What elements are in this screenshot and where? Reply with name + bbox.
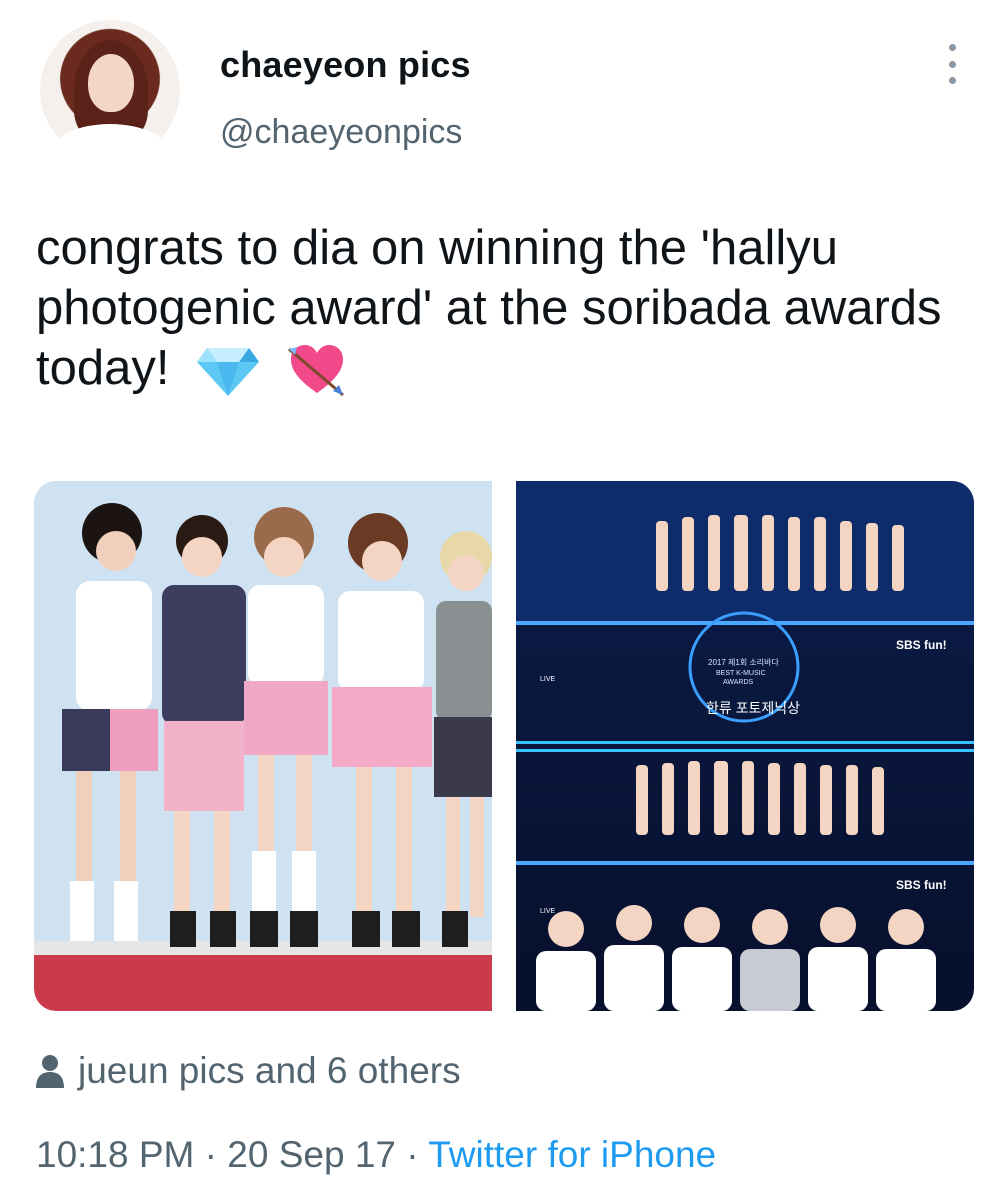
author-display-name[interactable]: chaeyeon pics bbox=[220, 44, 471, 86]
svg-text:BEST K-MUSIC: BEST K-MUSIC bbox=[716, 670, 766, 677]
media-grid: SBS fun! SBS fun! LIVE LIVE 2017 제1회 소리바… bbox=[34, 481, 974, 1011]
meta-separator: · bbox=[406, 1134, 419, 1175]
tweet-date[interactable]: 20 Sep 17 bbox=[227, 1134, 396, 1175]
tweet-body: congrats to dia on winning the 'hallyu p… bbox=[36, 221, 942, 395]
award-stage-illustration: SBS fun! SBS fun! LIVE LIVE 2017 제1회 소리바… bbox=[516, 481, 974, 1011]
tweet-text: congrats to dia on winning the 'hallyu p… bbox=[36, 218, 966, 401]
svg-text:한류 포토제닉상: 한류 포토제닉상 bbox=[706, 700, 800, 716]
heart-with-arrow-icon bbox=[287, 345, 344, 397]
tagged-text: jueun pics and 6 others bbox=[78, 1050, 461, 1091]
avatar-shirt bbox=[50, 124, 170, 160]
svg-text:AWARDS: AWARDS bbox=[723, 679, 754, 686]
more-dot bbox=[948, 60, 956, 68]
tweet-source-link[interactable]: Twitter for iPhone bbox=[428, 1134, 716, 1175]
more-options-icon[interactable] bbox=[938, 44, 966, 84]
award-stage-photo[interactable]: SBS fun! SBS fun! LIVE LIVE 2017 제1회 소리바… bbox=[516, 481, 974, 1011]
author-handle[interactable]: @chaeyeonpics bbox=[220, 113, 462, 152]
svg-text:SBS fun!: SBS fun! bbox=[896, 878, 947, 892]
gem-stone-icon bbox=[197, 348, 260, 397]
svg-text:LIVE: LIVE bbox=[540, 908, 556, 915]
svg-text:LIVE: LIVE bbox=[540, 676, 556, 683]
svg-text:2017 제1회 소리바다: 2017 제1회 소리바다 bbox=[708, 657, 779, 667]
more-dot bbox=[948, 44, 956, 51]
more-dot bbox=[948, 77, 956, 84]
red-carpet-illustration bbox=[34, 481, 492, 1011]
tagged-users[interactable]: jueun pics and 6 others bbox=[36, 1050, 461, 1092]
tweet-time[interactable]: 10:18 PM bbox=[36, 1134, 194, 1175]
svg-text:SBS fun!: SBS fun! bbox=[896, 638, 947, 652]
meta-separator: · bbox=[204, 1134, 217, 1175]
tweet-meta: 10:18 PM · 20 Sep 17 · Twitter for iPhon… bbox=[36, 1134, 716, 1176]
avatar[interactable] bbox=[40, 20, 180, 160]
red-carpet-photo[interactable] bbox=[34, 481, 492, 1011]
avatar-face bbox=[88, 54, 134, 112]
person-icon bbox=[36, 1055, 64, 1088]
